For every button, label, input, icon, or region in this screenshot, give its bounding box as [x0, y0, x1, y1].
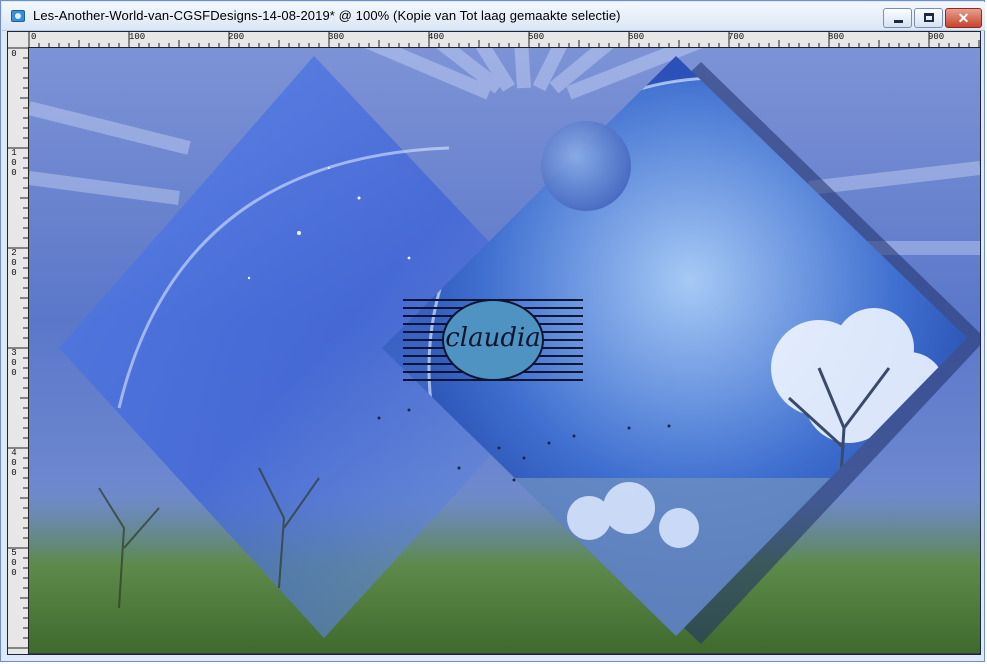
title-bar[interactable]: Les-Another-World-van-CGSFDesigns-14-08-…: [2, 2, 985, 31]
close-button[interactable]: ✕: [945, 8, 982, 28]
ruler-corner: [8, 32, 28, 47]
watermark-logo: claudia: [403, 296, 583, 384]
ruler-h-label-500: 500: [528, 32, 545, 42]
app-icon[interactable]: [11, 10, 25, 22]
ruler-h-label-600: 600: [628, 32, 645, 42]
ruler-h-label-300: 300: [328, 32, 345, 42]
ruler-v-label-300: 300: [11, 348, 17, 378]
ruler-v-label-100: 100: [11, 148, 17, 178]
ruler-h-label-700: 700: [728, 32, 745, 42]
close-icon: ✕: [957, 10, 970, 26]
ruler-v-label-0: 0: [11, 49, 17, 59]
ruler-v-label-400: 400: [11, 448, 17, 478]
ruler-h-label-900: 900: [928, 32, 945, 42]
watermark-text: claudia: [445, 323, 541, 353]
ruler-v-label-500: 500: [11, 548, 17, 578]
moon-shape: [541, 121, 631, 211]
ruler-h-label-800: 800: [828, 32, 845, 42]
maximize-icon: [924, 13, 934, 22]
maximize-button[interactable]: [914, 8, 943, 28]
ruler-h-label-0: 0: [31, 32, 37, 42]
vertical-ruler[interactable]: 0 100 200 300 400 500: [8, 47, 29, 654]
window-title: Les-Another-World-van-CGSFDesigns-14-08-…: [33, 8, 621, 23]
ruler-v-label-200: 200: [11, 248, 17, 278]
horizontal-ruler[interactable]: 0 100 200 300 400 500 600 700 800 900: [28, 32, 980, 48]
minimize-button[interactable]: [883, 8, 912, 28]
ruler-h-label-400: 400: [428, 32, 445, 42]
image-canvas[interactable]: claudia: [29, 48, 980, 653]
ruler-h-label-100: 100: [129, 32, 146, 42]
ruler-h-label-200: 200: [228, 32, 245, 42]
minimize-icon: [894, 20, 903, 23]
watermark-graphic: claudia: [403, 299, 583, 381]
